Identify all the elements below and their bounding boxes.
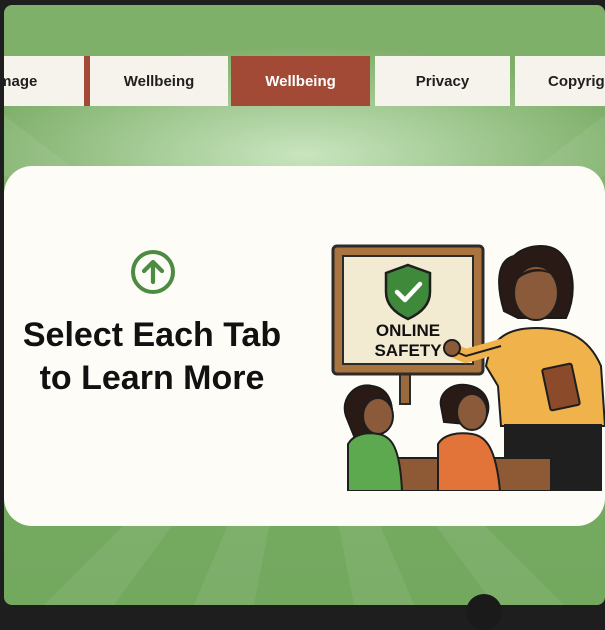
tab-label: Privacy [415, 72, 470, 90]
tab-label: Copyrig [548, 72, 605, 90]
tab-label: Wellbeing [123, 72, 195, 90]
content-card: Select Each Tab to Learn More ONLINE SAF… [4, 166, 605, 526]
tab-bar: Image Wellbeing Wellbeing Privacy Copyri… [4, 56, 605, 106]
tab-wellbeing-active[interactable]: Wellbeing [231, 56, 370, 106]
tab-image[interactable]: Image [4, 56, 84, 106]
arrow-up-circle-icon [131, 250, 175, 294]
heading-line-1: Select Each Tab [22, 316, 282, 354]
online-safety-illustration: ONLINE SAFETY [331, 244, 605, 491]
tab-wellbeing[interactable]: Wellbeing [84, 56, 228, 106]
tab-copyright[interactable]: Copyrig [515, 56, 605, 106]
child-left-figure [343, 384, 404, 491]
sign-line-2: SAFETY [374, 341, 442, 360]
tab-privacy[interactable]: Privacy [375, 56, 510, 106]
tab-label: Wellbeing [265, 72, 336, 90]
child-right-figure [437, 383, 502, 491]
add-handle[interactable] [466, 594, 502, 630]
card-heading: Select Each Tab to Learn More [4, 314, 300, 400]
slide-stage: Image Wellbeing Wellbeing Privacy Copyri… [4, 5, 605, 605]
tab-label: Image [4, 72, 38, 90]
sign-line-1: ONLINE [376, 321, 440, 340]
heading-line-2: to Learn More [39, 359, 265, 397]
